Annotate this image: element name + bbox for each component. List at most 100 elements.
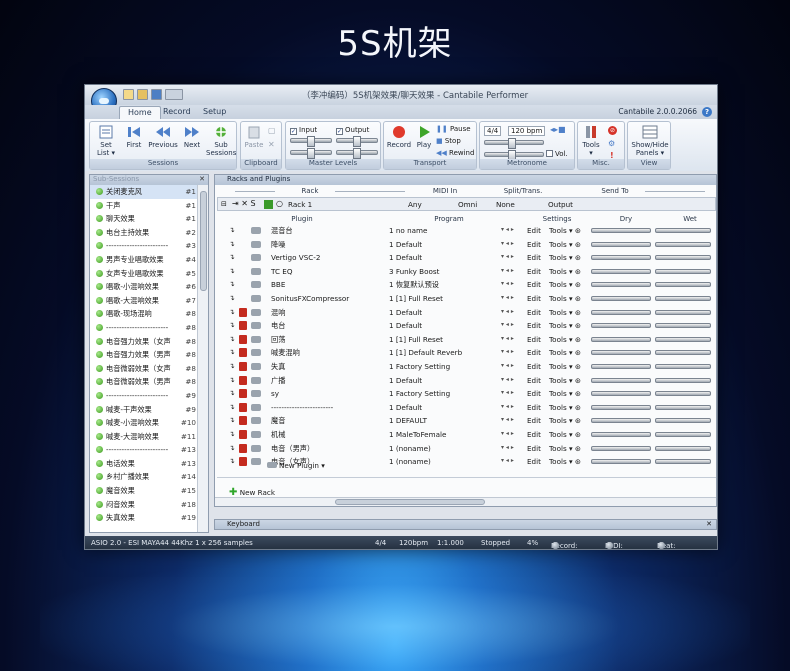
program-nav-icon[interactable]: ▾ ◂ ▸ xyxy=(501,416,514,423)
program-select[interactable]: 1 (noname) xyxy=(389,444,431,453)
rack-power-icon[interactable] xyxy=(264,200,273,209)
time-signature-field[interactable]: 4/4 xyxy=(484,126,502,136)
bypass-icon[interactable] xyxy=(239,416,247,426)
paste-button[interactable]: Paste xyxy=(243,125,265,149)
midi-channel-select[interactable]: Any xyxy=(408,200,422,209)
plugin-name[interactable]: 混响 xyxy=(271,308,285,318)
wet-slider[interactable] xyxy=(655,309,711,315)
dry-slider[interactable] xyxy=(591,364,651,369)
route-icon[interactable]: ↴ xyxy=(229,416,235,424)
edit-button[interactable]: Edit xyxy=(527,294,541,303)
sub-session-item[interactable]: 唱歌-小混响效果 #6 xyxy=(90,280,198,294)
horizontal-scrollbar[interactable] xyxy=(215,497,716,506)
show-hide-panels-button[interactable]: Show/Hide Panels ▾ xyxy=(629,125,671,157)
program-select[interactable]: 1 [1] Default Reverb xyxy=(389,348,462,357)
dry-slider[interactable] xyxy=(591,296,651,301)
bypass-icon[interactable] xyxy=(239,348,247,358)
sub-session-item[interactable]: ------------------------ #3 xyxy=(90,239,198,253)
bypass-icon[interactable] xyxy=(239,267,247,276)
dry-slider[interactable] xyxy=(591,404,651,410)
program-nav-icon[interactable]: ▾ ◂ ▸ xyxy=(501,389,514,396)
cut-icon[interactable]: ✕ xyxy=(268,140,275,149)
bypass-icon[interactable] xyxy=(239,457,247,467)
plugin-name[interactable]: Vertigo VSC-2 xyxy=(271,253,320,262)
plugin-row[interactable]: ↴ 回荡 1 [1] Full Reset ▾ ◂ ▸ Edit Tools ▾ ⊛ xyxy=(227,333,717,347)
sub-session-item[interactable]: 电音微弱效果（男声 #8 xyxy=(90,375,198,389)
route-icon[interactable]: ↴ xyxy=(229,430,235,438)
bypass-icon[interactable] xyxy=(239,321,247,331)
bypass-icon[interactable] xyxy=(239,443,247,453)
plugin-name[interactable]: 广播 xyxy=(271,376,285,386)
edit-button[interactable]: Edit xyxy=(527,308,541,317)
program-nav-icon[interactable]: ▾ ◂ ▸ xyxy=(501,376,514,383)
rack-name[interactable]: Rack 1 xyxy=(288,200,312,209)
output-checkbox[interactable]: ✓ Output xyxy=(336,126,369,135)
rack-mute-icon[interactable]: ⇥ ✕ S xyxy=(232,199,256,208)
program-select[interactable]: 1 Factory Setting xyxy=(389,362,450,371)
sub-session-item[interactable]: 乡村广播效果 #14 xyxy=(90,470,198,484)
program-select[interactable]: 1 [1] Full Reset xyxy=(389,294,443,303)
edit-button[interactable]: Edit xyxy=(527,226,541,235)
copy-icon[interactable]: ▢ xyxy=(268,126,276,135)
scrollbar-thumb[interactable] xyxy=(335,499,485,505)
plugin-name[interactable]: 电台 xyxy=(271,321,285,331)
program-select[interactable]: 1 DEFAULT xyxy=(389,416,427,425)
program-nav-icon[interactable]: ▾ ◂ ▸ xyxy=(501,240,514,247)
collapse-icon[interactable]: ⊟ xyxy=(221,200,227,208)
edit-button[interactable]: Edit xyxy=(527,253,541,262)
tools-menu[interactable]: Tools ▾ ⊛ xyxy=(549,389,581,398)
input-checkbox[interactable]: ✓ Input xyxy=(290,126,317,135)
route-icon[interactable]: ↴ xyxy=(229,240,235,248)
wet-slider[interactable] xyxy=(655,377,711,383)
sub-session-item[interactable]: 干声 #1 xyxy=(90,199,198,213)
program-nav-icon[interactable]: ▾ ◂ ▸ xyxy=(501,280,514,287)
plugin-row[interactable]: ↴ 混音台 1 no name ▾ ◂ ▸ Edit Tools ▾ ⊛ xyxy=(227,224,717,238)
tab-setup[interactable]: Setup xyxy=(195,106,234,119)
program-select[interactable]: 1 恢复默认预设 xyxy=(389,280,439,290)
edit-button[interactable]: Edit xyxy=(527,444,541,453)
route-icon[interactable]: ↴ xyxy=(229,226,235,234)
scrollbar-thumb[interactable] xyxy=(200,191,207,291)
sub-sessions-scrollbar[interactable] xyxy=(197,185,208,532)
pause-button[interactable]: ❚❚ Pause xyxy=(436,125,471,133)
dry-slider[interactable] xyxy=(591,255,651,261)
rack-row[interactable]: ⊟ ⇥ ✕ S ○ Rack 1 Any Omni None Output xyxy=(217,197,716,211)
plugin-name[interactable]: 回荡 xyxy=(271,335,285,345)
wet-slider[interactable] xyxy=(655,241,711,247)
route-icon[interactable]: ↴ xyxy=(229,348,235,356)
set-list-button[interactable]: Set List ▾ xyxy=(94,125,118,157)
wet-slider[interactable] xyxy=(655,282,711,288)
edit-button[interactable]: Edit xyxy=(527,321,541,330)
program-select[interactable]: 1 Default xyxy=(389,321,422,330)
program-nav-icon[interactable]: ▾ ◂ ▸ xyxy=(501,294,514,301)
sub-session-item[interactable]: 唱歌-现场混响 #8 xyxy=(90,307,198,321)
record-button[interactable]: Record xyxy=(386,125,412,149)
program-nav-icon[interactable]: ▾ ◂ ▸ xyxy=(501,348,514,355)
edit-button[interactable]: Edit xyxy=(527,376,541,385)
dry-slider[interactable] xyxy=(591,309,651,315)
program-select[interactable]: 1 Default xyxy=(389,240,422,249)
bypass-icon[interactable] xyxy=(239,362,247,371)
wet-slider[interactable] xyxy=(655,364,711,369)
sub-session-item[interactable]: 女声专业唱歌效果 #5 xyxy=(90,267,198,281)
program-nav-icon[interactable]: ▾ ◂ ▸ xyxy=(501,226,514,233)
plugin-name[interactable]: 电音（男声） xyxy=(271,444,314,454)
wet-slider[interactable] xyxy=(655,268,711,274)
tools-menu[interactable]: Tools ▾ ⊛ xyxy=(549,240,581,249)
program-nav-icon[interactable]: ▾ ◂ ▸ xyxy=(501,444,514,451)
tools-menu[interactable]: Tools ▾ ⊛ xyxy=(549,444,581,453)
tools-menu[interactable]: Tools ▾ ⊛ xyxy=(549,457,581,466)
dry-slider[interactable] xyxy=(591,323,651,329)
route-icon[interactable]: ↴ xyxy=(229,308,235,316)
stop-button[interactable]: ■ Stop xyxy=(436,137,461,145)
sub-session-item[interactable]: 电音强力效果（男声 #8 xyxy=(90,348,198,362)
program-nav-icon[interactable]: ▾ ◂ ▸ xyxy=(501,403,514,410)
dry-slider[interactable] xyxy=(591,350,651,356)
plugin-row[interactable]: ↴ 电音（男声） 1 (noname) ▾ ◂ ▸ Edit Tools ▾ ⊛ xyxy=(227,442,717,456)
rack-solo-icon[interactable]: ○ xyxy=(276,199,283,208)
edit-button[interactable]: Edit xyxy=(527,335,541,344)
program-select[interactable]: 1 Factory Setting xyxy=(389,389,450,398)
plugin-row[interactable]: ↴ sy 1 Factory Setting ▾ ◂ ▸ Edit Tools ▾ ⊛ xyxy=(227,387,717,401)
route-icon[interactable]: ↴ xyxy=(229,321,235,329)
send-to-select[interactable]: Output xyxy=(548,200,573,209)
